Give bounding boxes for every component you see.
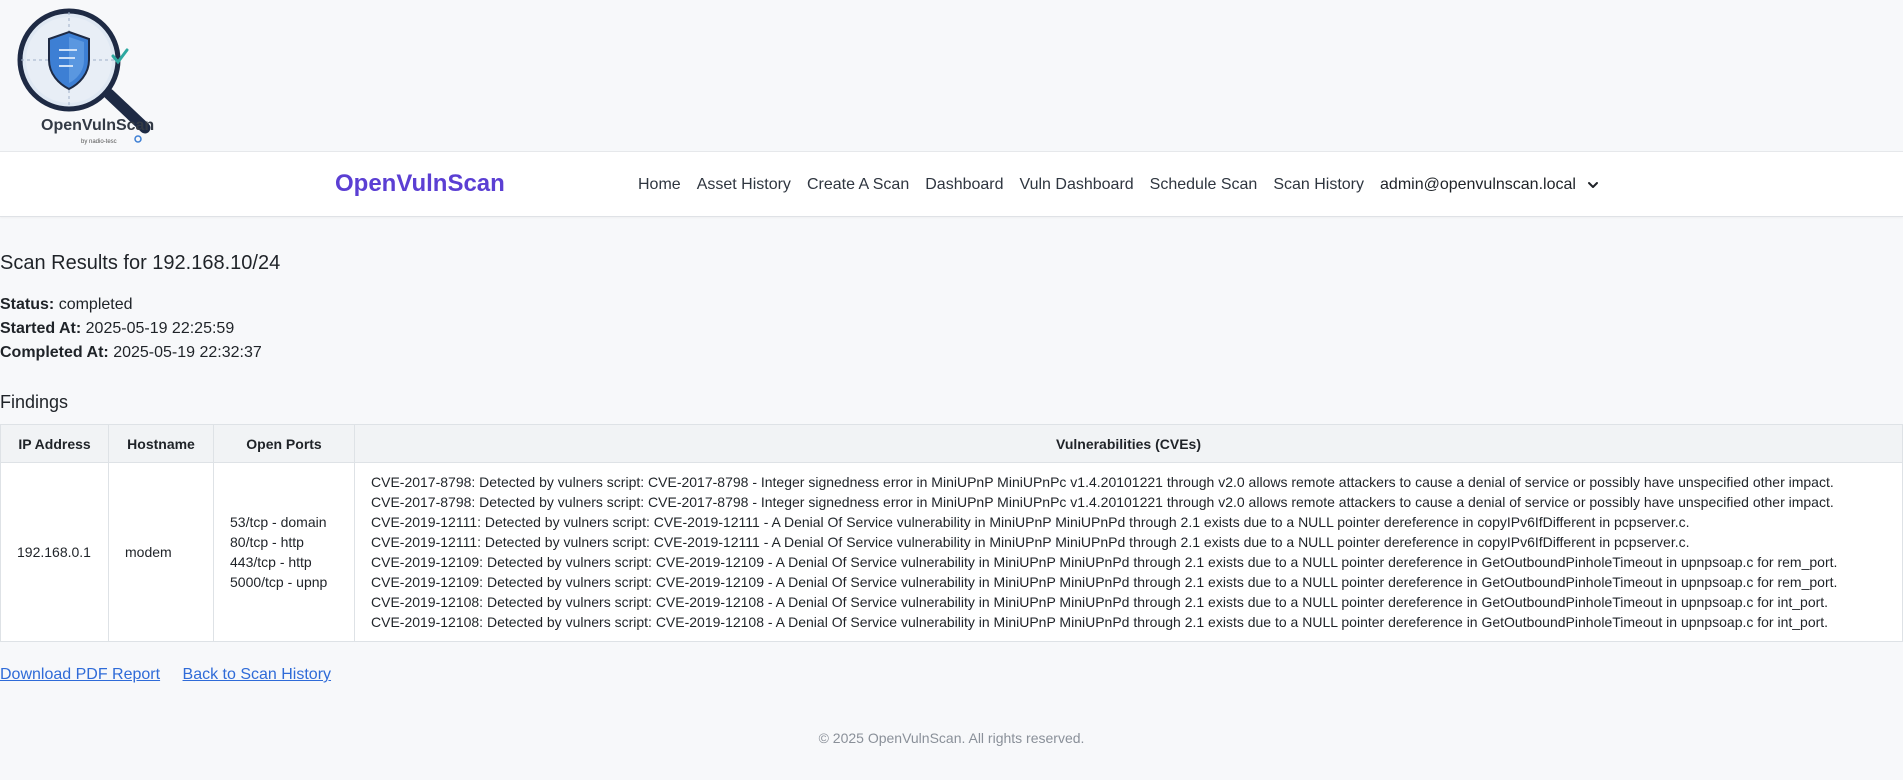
- back-to-scan-history-link[interactable]: Back to Scan History: [183, 666, 332, 683]
- findings-table: IP Address Hostname Open Ports Vulnerabi…: [0, 424, 1903, 642]
- cell-hostname: modem: [108, 462, 214, 642]
- logo-byline: by nadio-tesc: [81, 139, 117, 145]
- port-item: 53/tcp - domain: [230, 514, 327, 530]
- footer: © 2025 OpenVulnScan. All rights reserved…: [818, 730, 1085, 746]
- navbar: OpenVulnScan Home Asset History Create A…: [0, 151, 1903, 217]
- nav-link-schedule-scan[interactable]: Schedule Scan: [1150, 176, 1258, 194]
- table-row: 192.168.0.1 modem 53/tcp - domain 80/tcp…: [0, 462, 1903, 642]
- started-line: Started At: 2025-05-19 22:25:59: [0, 320, 234, 338]
- download-pdf-link[interactable]: Download PDF Report: [0, 666, 160, 683]
- nav-link-dashboard[interactable]: Dashboard: [925, 176, 1003, 194]
- header-ip-address: IP Address: [0, 424, 109, 463]
- completed-line: Completed At: 2025-05-19 22:32:37: [0, 344, 262, 362]
- vuln-item: CVE-2019-12108: Detected by vulners scri…: [371, 614, 1829, 630]
- logo: OpenVulnScan by nadio-tesc: [15, 8, 165, 148]
- logo-name: OpenVulnScan: [41, 117, 155, 134]
- started-value: 2025-05-19 22:25:59: [85, 320, 235, 337]
- vuln-item: CVE-2019-12111: Detected by vulners scri…: [371, 534, 1690, 550]
- nav-link-home[interactable]: Home: [638, 176, 681, 194]
- vuln-item: CVE-2019-12111: Detected by vulners scri…: [371, 514, 1690, 530]
- started-label: Started At:: [0, 320, 82, 337]
- action-links: Download PDF Report Back to Scan History: [0, 666, 349, 684]
- completed-label: Completed At:: [0, 344, 109, 361]
- port-item: 80/tcp - http: [230, 534, 304, 550]
- user-email: admin@openvulnscan.local: [1380, 176, 1576, 193]
- cell-ports: 53/tcp - domain 80/tcp - http 443/tcp - …: [213, 462, 355, 642]
- table-header-row: IP Address Hostname Open Ports Vulnerabi…: [0, 424, 1903, 463]
- port-item: 5000/tcp - upnp: [230, 574, 328, 590]
- page-title: Scan Results for 192.168.10/24: [0, 252, 281, 274]
- header-hostname: Hostname: [108, 424, 214, 463]
- vuln-item: CVE-2017-8798: Detected by vulners scrip…: [371, 474, 1834, 490]
- completed-value: 2025-05-19 22:32:37: [113, 344, 262, 361]
- status-value: completed: [58, 296, 133, 313]
- nav-link-create-scan[interactable]: Create A Scan: [807, 176, 909, 194]
- vuln-item: CVE-2019-12109: Detected by vulners scri…: [371, 554, 1838, 570]
- nav-link-asset-history[interactable]: Asset History: [697, 176, 791, 194]
- nav-link-vuln-dashboard[interactable]: Vuln Dashboard: [1020, 176, 1134, 194]
- status-label: Status:: [0, 296, 55, 313]
- findings-title: Findings: [0, 392, 69, 412]
- navbar-brand[interactable]: OpenVulnScan: [335, 170, 505, 198]
- status-line: Status: completed: [0, 296, 133, 314]
- nav-links: Home Asset History Create A Scan Dashboa…: [638, 176, 1600, 194]
- user-menu[interactable]: admin@openvulnscan.local: [1380, 176, 1600, 194]
- header-vulnerabilities: Vulnerabilities (CVEs): [354, 424, 1903, 463]
- vuln-item: CVE-2019-12109: Detected by vulners scri…: [371, 574, 1838, 590]
- header-open-ports: Open Ports: [213, 424, 355, 463]
- vuln-item: CVE-2017-8798: Detected by vulners scrip…: [371, 494, 1834, 510]
- cell-vulnerabilities: CVE-2017-8798: Detected by vulners scrip…: [354, 462, 1903, 642]
- chevron-down-icon: [1587, 182, 1598, 188]
- port-item: 443/tcp - http: [230, 554, 312, 570]
- cell-ip: 192.168.0.1: [0, 462, 109, 642]
- nav-link-scan-history[interactable]: Scan History: [1273, 176, 1364, 194]
- vuln-item: CVE-2019-12108: Detected by vulners scri…: [371, 594, 1829, 610]
